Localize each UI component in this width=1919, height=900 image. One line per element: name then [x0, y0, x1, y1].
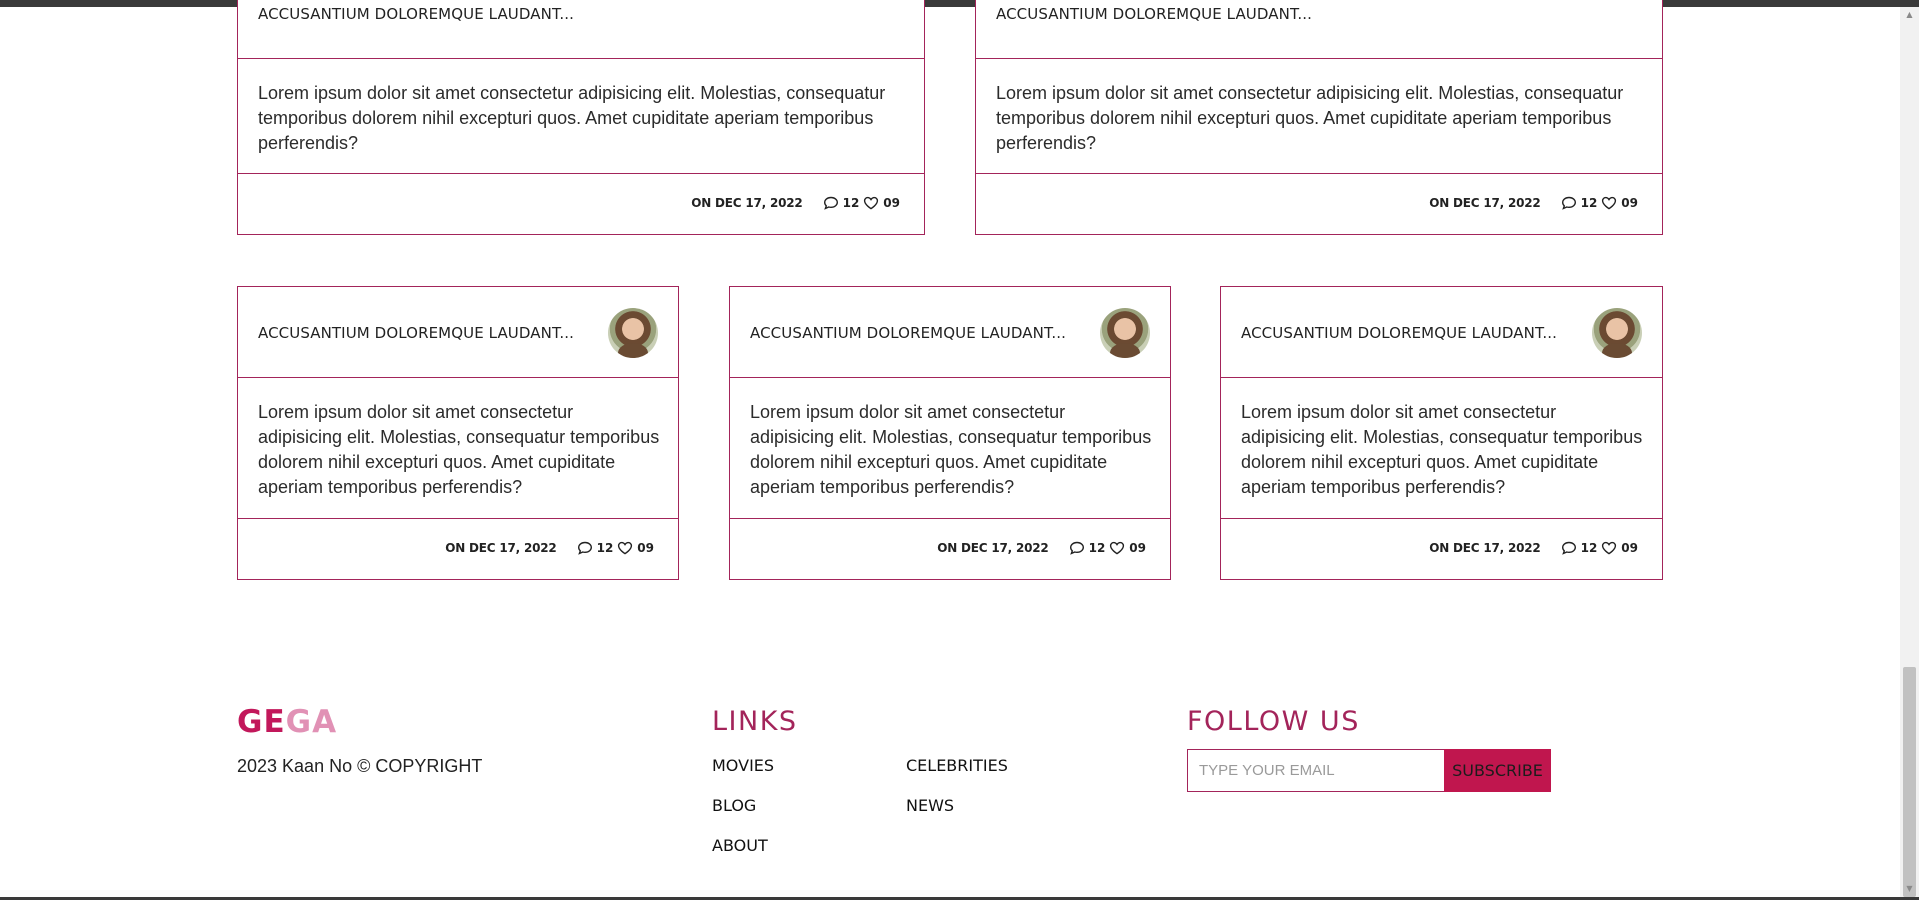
post-card[interactable]: ACCUSANTIUM DOLOREMQUE LAUDANT... Lorem …	[1220, 286, 1663, 580]
like-count: 09	[883, 196, 900, 210]
post-date: ON DEC 17, 2022	[445, 541, 557, 555]
post-title[interactable]: ACCUSANTIUM DOLOREMQUE LAUDANT...	[750, 324, 1066, 342]
footer-link-movies[interactable]: MOVIES	[712, 756, 774, 775]
post-meta: ON DEC 17, 2022 12 09	[445, 541, 658, 555]
heart-icon[interactable]	[1601, 196, 1617, 210]
footer-link-about[interactable]: ABOUT	[712, 836, 768, 855]
follow-heading: FOLLOW US	[1187, 706, 1360, 737]
post-meta: ON DEC 17, 2022 12 09	[691, 196, 904, 210]
post-card-header: ACCUSANTIUM DOLOREMQUE LAUDANT...	[1221, 287, 1662, 378]
heart-icon[interactable]	[617, 541, 633, 555]
post-card-header: ACCUSANTIUM DOLOREMQUE LAUDANT...	[976, 0, 1662, 59]
post-title[interactable]: ACCUSANTIUM DOLOREMQUE LAUDANT...	[1241, 324, 1557, 342]
post-card-footer: ON DEC 17, 2022 12 09	[976, 173, 1662, 234]
post-card[interactable]: ACCUSANTIUM DOLOREMQUE LAUDANT... Lorem …	[237, 286, 679, 580]
comment-count: 12	[1580, 541, 1598, 555]
comment-count: 12	[1088, 541, 1106, 555]
footer-link-celebrities[interactable]: CELEBRITIES	[906, 756, 1008, 775]
footer-link-blog[interactable]: BLOG	[712, 796, 756, 815]
post-excerpt: Lorem ipsum dolor sit amet consectetur a…	[258, 402, 660, 497]
comment-count: 12	[596, 541, 614, 555]
scroll-down-icon[interactable]: ▼	[1903, 883, 1916, 895]
post-title[interactable]: ACCUSANTIUM DOLOREMQUE LAUDANT...	[258, 324, 574, 342]
scrollbar-thumb[interactable]	[1903, 667, 1916, 897]
post-title[interactable]: ACCUSANTIUM DOLOREMQUE LAUDANT...	[996, 5, 1312, 23]
author-avatar	[608, 308, 658, 358]
logo-text-secondary: GA	[285, 704, 338, 740]
post-card-header: ACCUSANTIUM DOLOREMQUE LAUDANT...	[730, 287, 1170, 378]
comment-icon[interactable]	[1069, 541, 1085, 555]
author-avatar	[1592, 308, 1642, 358]
post-meta: ON DEC 17, 2022 12 09	[1429, 541, 1642, 555]
comment-icon[interactable]	[1561, 196, 1577, 210]
email-field[interactable]	[1187, 749, 1444, 792]
post-date: ON DEC 17, 2022	[1429, 196, 1541, 210]
heart-icon[interactable]	[1601, 541, 1617, 555]
comment-icon[interactable]	[823, 196, 839, 210]
site-logo[interactable]: GEGA	[237, 704, 337, 740]
post-card-header: ACCUSANTIUM DOLOREMQUE LAUDANT...	[238, 0, 924, 59]
heart-icon[interactable]	[1109, 541, 1125, 555]
post-title[interactable]: ACCUSANTIUM DOLOREMQUE LAUDANT...	[258, 5, 574, 23]
post-date: ON DEC 17, 2022	[691, 196, 803, 210]
post-excerpt: Lorem ipsum dolor sit amet consectetur a…	[996, 83, 1624, 153]
comment-icon[interactable]	[577, 541, 593, 555]
like-count: 09	[1621, 541, 1638, 555]
post-card-footer: ON DEC 17, 2022 12 09	[238, 518, 678, 579]
post-date: ON DEC 17, 2022	[937, 541, 1049, 555]
post-card[interactable]: ACCUSANTIUM DOLOREMQUE LAUDANT... Lorem …	[729, 286, 1171, 580]
comment-icon[interactable]	[1561, 541, 1577, 555]
subscribe-button[interactable]: SUBSCRIBE	[1444, 749, 1551, 792]
post-date: ON DEC 17, 2022	[1429, 541, 1541, 555]
post-meta: ON DEC 17, 2022 12 09	[937, 541, 1150, 555]
copyright-text: 2023 Kaan No © COPYRIGHT	[237, 756, 483, 776]
post-card-footer: ON DEC 17, 2022 12 09	[238, 173, 924, 234]
post-excerpt: Lorem ipsum dolor sit amet consectetur a…	[258, 83, 886, 153]
post-excerpt: Lorem ipsum dolor sit amet consectetur a…	[1241, 402, 1643, 497]
post-card[interactable]: ACCUSANTIUM DOLOREMQUE LAUDANT... Lorem …	[237, 0, 925, 235]
post-card-header: ACCUSANTIUM DOLOREMQUE LAUDANT...	[238, 287, 678, 378]
footer-link-news[interactable]: NEWS	[906, 796, 954, 815]
links-heading: LINKS	[712, 706, 798, 737]
page-scrollbar[interactable]: ▲ ▼	[1900, 7, 1919, 897]
heart-icon[interactable]	[863, 196, 879, 210]
comment-count: 12	[842, 196, 860, 210]
like-count: 09	[1129, 541, 1146, 555]
post-card-footer: ON DEC 17, 2022 12 09	[730, 518, 1170, 579]
post-card[interactable]: ACCUSANTIUM DOLOREMQUE LAUDANT... Lorem …	[975, 0, 1663, 235]
comment-count: 12	[1580, 196, 1598, 210]
like-count: 09	[1621, 196, 1638, 210]
post-meta: ON DEC 17, 2022 12 09	[1429, 196, 1642, 210]
author-avatar	[1100, 308, 1150, 358]
post-excerpt: Lorem ipsum dolor sit amet consectetur a…	[750, 402, 1152, 497]
scroll-up-icon[interactable]: ▲	[1903, 9, 1916, 21]
like-count: 09	[637, 541, 654, 555]
logo-text-primary: GE	[237, 704, 286, 740]
post-card-footer: ON DEC 17, 2022 12 09	[1221, 518, 1662, 579]
